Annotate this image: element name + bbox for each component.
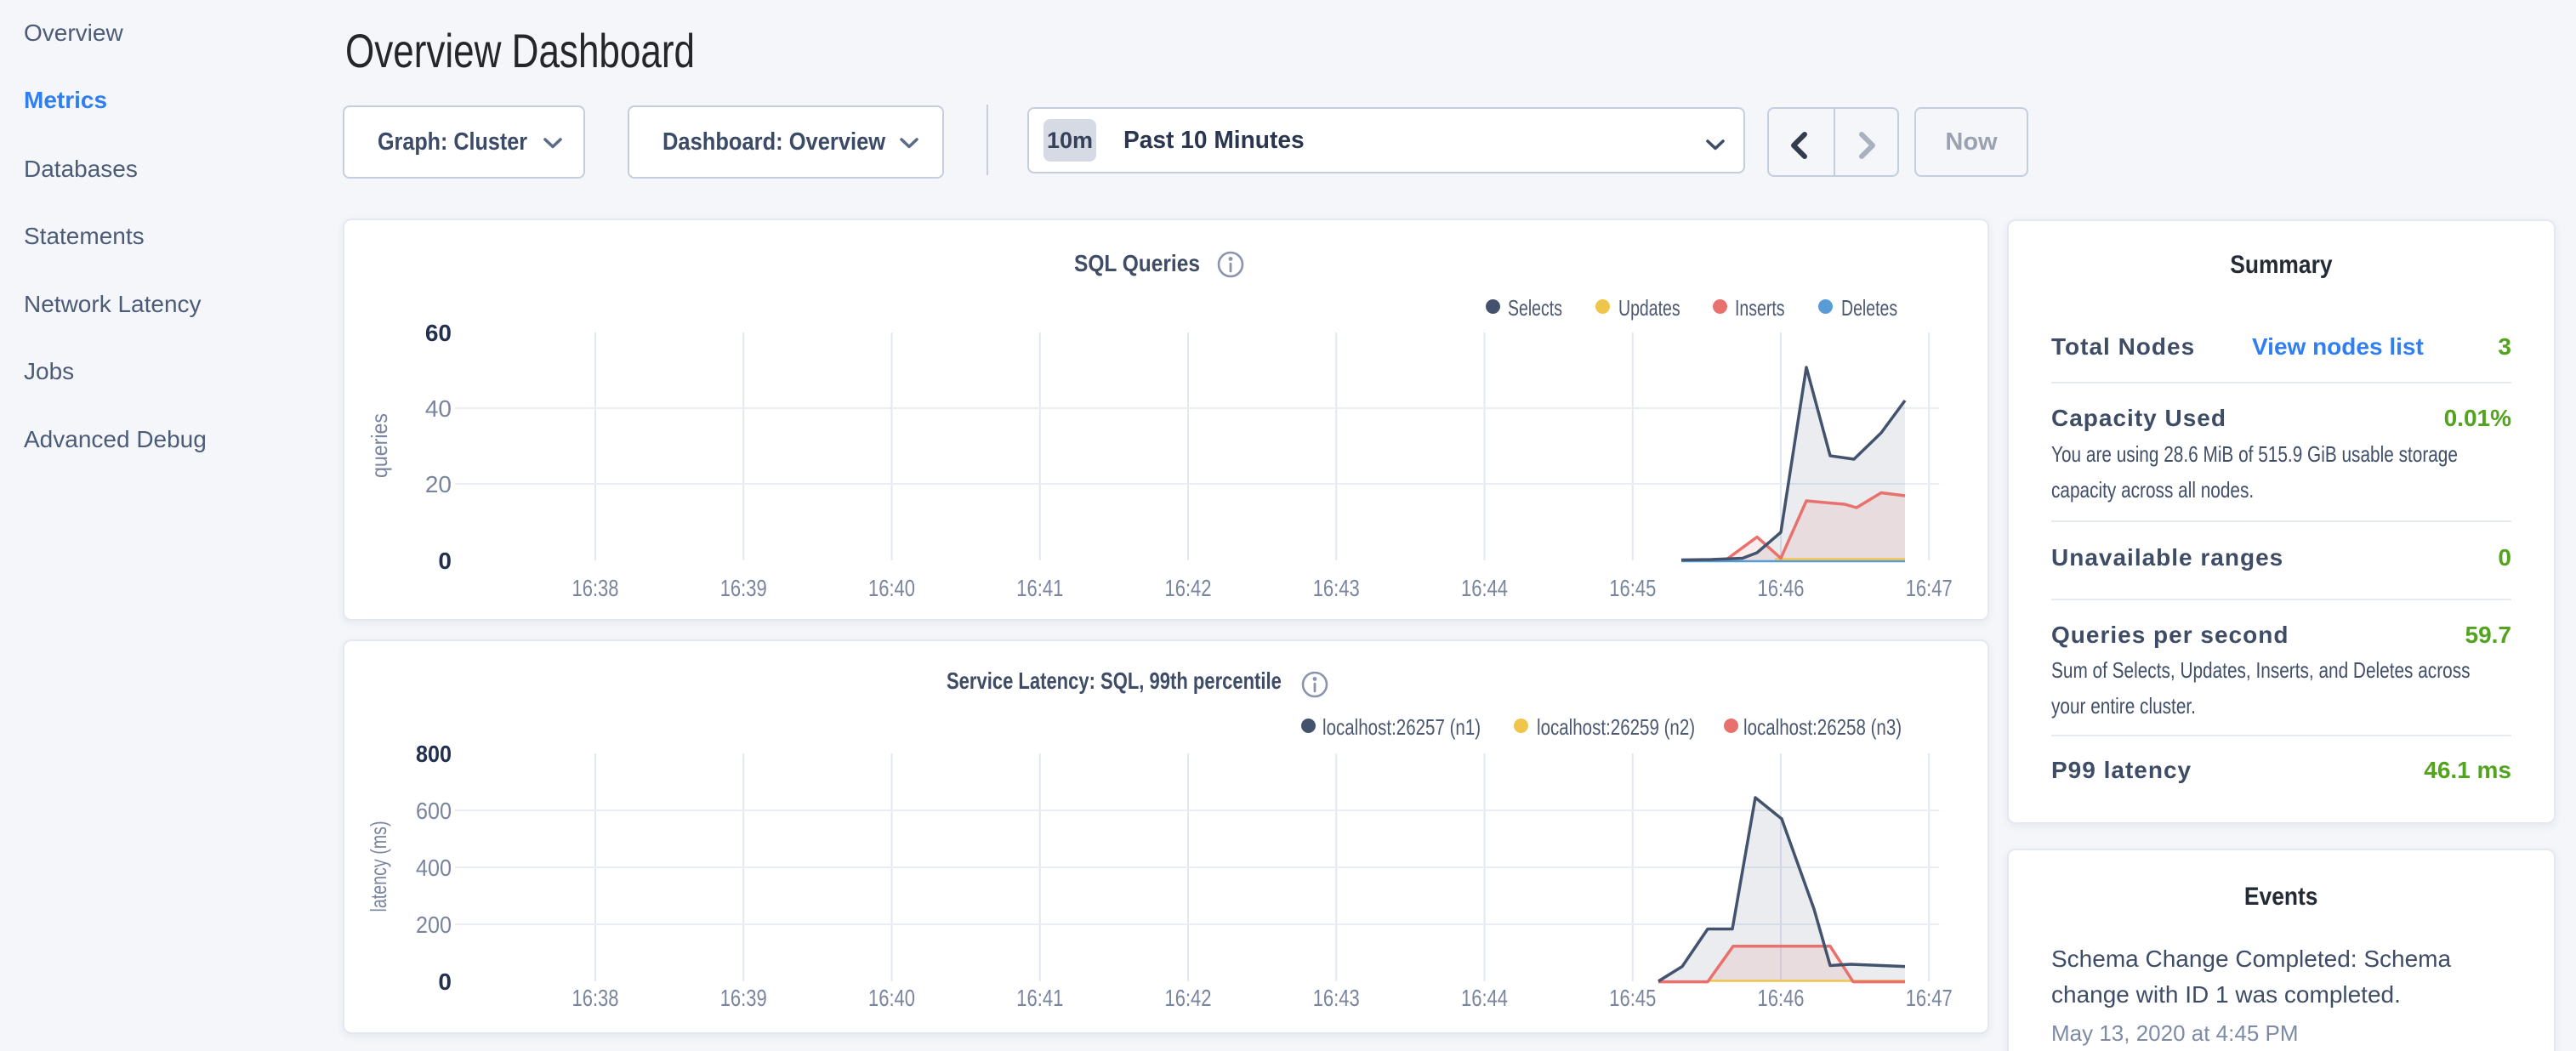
svg-text:16:39: 16:39 bbox=[720, 985, 767, 1011]
svg-text:16:44: 16:44 bbox=[1461, 575, 1508, 601]
svg-text:16:45: 16:45 bbox=[1609, 575, 1656, 601]
svg-text:600: 600 bbox=[416, 798, 452, 824]
svg-text:16:44: 16:44 bbox=[1461, 985, 1508, 1011]
svg-text:16:40: 16:40 bbox=[868, 985, 915, 1011]
svg-text:16:41: 16:41 bbox=[1016, 575, 1063, 601]
svg-text:16:46: 16:46 bbox=[1758, 985, 1805, 1011]
svg-text:400: 400 bbox=[416, 855, 452, 881]
svg-text:16:41: 16:41 bbox=[1016, 985, 1063, 1011]
svg-text:16:46: 16:46 bbox=[1758, 575, 1805, 601]
svg-text:16:39: 16:39 bbox=[720, 575, 767, 601]
svg-text:800: 800 bbox=[416, 741, 452, 767]
svg-text:16:40: 16:40 bbox=[868, 575, 915, 601]
svg-text:200: 200 bbox=[416, 912, 452, 938]
svg-text:60: 60 bbox=[425, 320, 452, 346]
svg-text:16:38: 16:38 bbox=[572, 985, 619, 1011]
svg-text:16:47: 16:47 bbox=[1906, 985, 1953, 1011]
svg-text:16:47: 16:47 bbox=[1906, 575, 1953, 601]
svg-text:16:42: 16:42 bbox=[1165, 985, 1212, 1011]
svg-text:latency (ms): latency (ms) bbox=[366, 821, 391, 912]
svg-text:16:43: 16:43 bbox=[1313, 985, 1360, 1011]
svg-text:20: 20 bbox=[425, 471, 452, 497]
svg-text:queries: queries bbox=[367, 413, 392, 478]
svg-text:16:43: 16:43 bbox=[1313, 575, 1360, 601]
svg-text:16:42: 16:42 bbox=[1165, 575, 1212, 601]
svg-text:16:38: 16:38 bbox=[572, 575, 619, 601]
svg-text:0: 0 bbox=[438, 548, 452, 574]
svg-text:0: 0 bbox=[438, 969, 452, 995]
svg-text:16:45: 16:45 bbox=[1609, 985, 1656, 1011]
svg-text:40: 40 bbox=[425, 395, 452, 422]
